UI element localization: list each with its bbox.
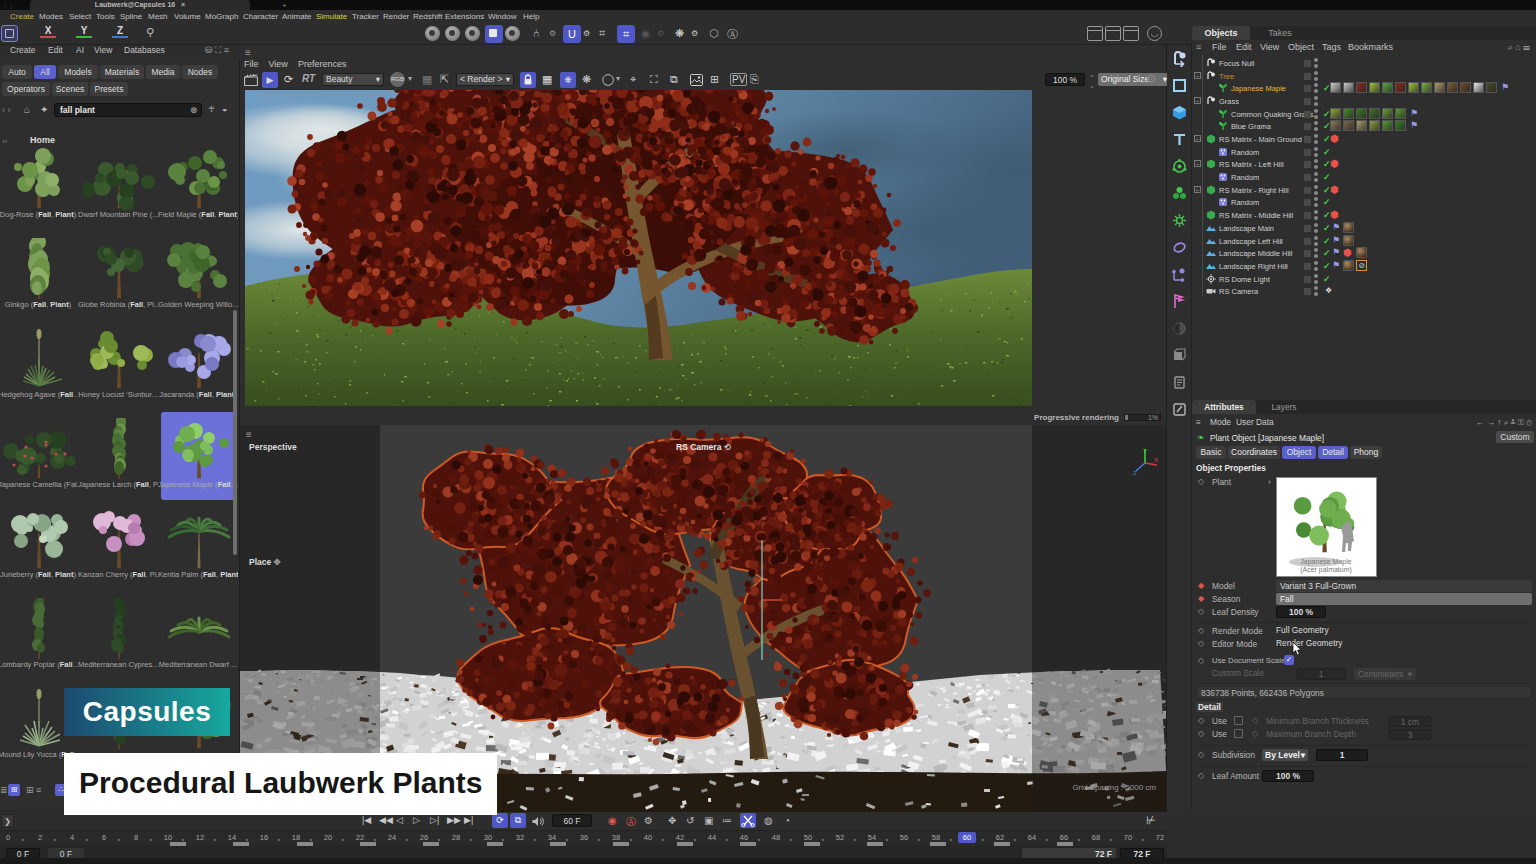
svg-text:Z: Z [1133, 470, 1137, 475]
svg-text:(Acer palmatum): (Acer palmatum) [1300, 566, 1352, 574]
svg-text:X: X [1154, 457, 1158, 463]
svg-text:Japanese Maple: Japanese Maple [1300, 558, 1351, 566]
svg-text:Y: Y [1143, 448, 1147, 454]
